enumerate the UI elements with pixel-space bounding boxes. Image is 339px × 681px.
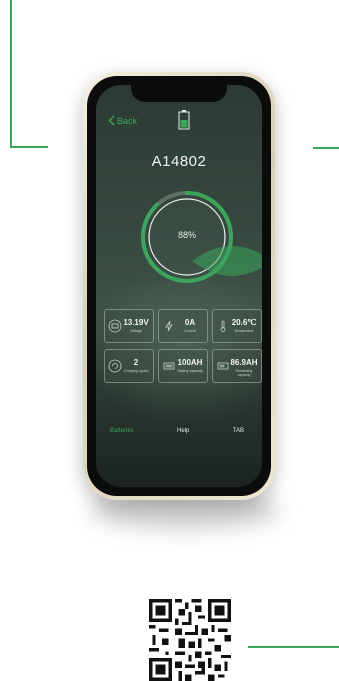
stat-label: Battery capacity xyxy=(177,369,203,373)
current-icon xyxy=(165,320,173,332)
battery-icon xyxy=(178,110,190,130)
stat-label: Temperature xyxy=(234,329,254,333)
stat-value: 86.9AH xyxy=(230,358,258,367)
stat-value: 20.6℃ xyxy=(231,318,257,327)
stat-value: 100AH xyxy=(177,358,203,367)
charging-bolt-icon xyxy=(192,246,262,276)
stat-tile-temperature: 20.6℃ Temperature xyxy=(212,309,262,343)
bottom-tab-bar: Batteries Help TAB xyxy=(96,421,262,441)
app-screen: Back A14802 88% 13.19V Voltage 0A Curren… xyxy=(96,85,262,487)
stat-label: Voltage xyxy=(130,329,142,333)
stat-tile-remaining-capacity: 86.9AH Remaining capacity xyxy=(212,349,262,383)
stat-tile-battery-capacity: 100AH Battery capacity xyxy=(158,349,208,383)
stat-label: Charging cycles xyxy=(123,369,149,373)
stat-label: Remaining capacity xyxy=(235,369,253,377)
decor-line-horizontal-bottom xyxy=(248,646,339,648)
charge-gauge: 88% xyxy=(137,187,262,287)
stat-tile-voltage: 13.19V Voltage xyxy=(104,309,154,343)
tab-tab[interactable]: TAB xyxy=(233,428,244,434)
stat-label: Current xyxy=(184,329,196,333)
capacity-icon xyxy=(163,362,175,370)
battery-icon xyxy=(108,319,122,333)
tab-help[interactable]: Help xyxy=(177,428,189,434)
decor-line-horizontal-right xyxy=(313,147,339,149)
tab-batteries[interactable]: Batteries xyxy=(110,428,134,434)
charge-percentage: 88% xyxy=(177,230,196,240)
stat-value: 0A xyxy=(184,318,196,327)
stat-tile-current: 0A Current xyxy=(158,309,208,343)
decor-line-vertical xyxy=(10,0,12,148)
decor-line-horizontal-left xyxy=(10,146,48,148)
device-name: A14802 xyxy=(151,153,207,170)
cycle-icon xyxy=(108,359,122,373)
phone-frame: Back A14802 88% 13.19V Voltage 0A Curren… xyxy=(83,72,275,500)
phone-notch xyxy=(131,85,227,102)
back-button[interactable]: Back xyxy=(108,115,137,126)
phone-bezel: Back A14802 88% 13.19V Voltage 0A Curren… xyxy=(87,76,271,496)
back-label: Back xyxy=(117,115,138,126)
stat-value: 13.19V xyxy=(123,318,149,327)
thermometer-icon xyxy=(220,320,226,332)
stat-tile-cycles: 2 Charging cycles xyxy=(104,349,154,383)
remaining-capacity-icon xyxy=(217,362,229,370)
chevron-left-icon xyxy=(108,115,115,126)
stat-value: 2 xyxy=(133,358,139,367)
qr-code xyxy=(149,599,231,681)
